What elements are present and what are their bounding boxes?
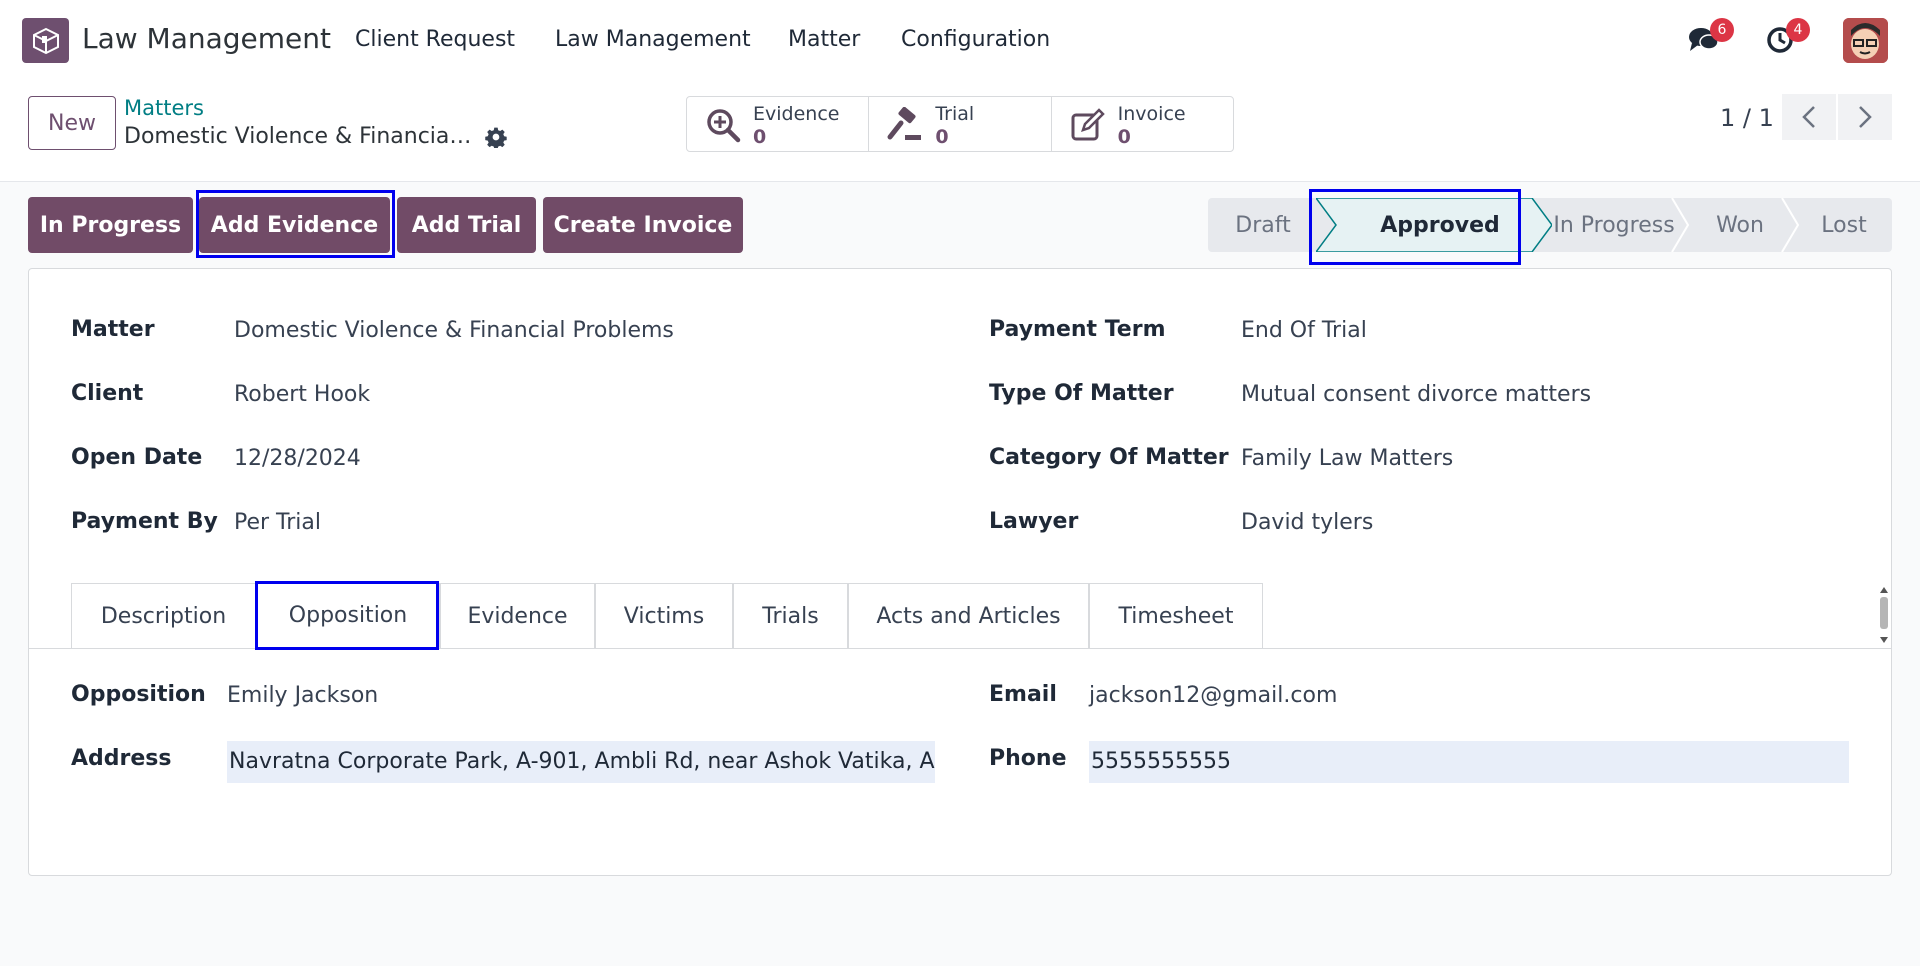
- lawyer-label: Lawyer: [989, 509, 1079, 534]
- tab-trials[interactable]: Trials: [733, 583, 848, 649]
- user-avatar[interactable]: [1843, 18, 1888, 63]
- matter-value[interactable]: Domestic Violence & Financial Problems: [234, 318, 674, 343]
- menu-client-request[interactable]: Client Request: [355, 27, 515, 52]
- menu-matter[interactable]: Matter: [788, 27, 860, 52]
- payment-by-value[interactable]: Per Trial: [234, 510, 321, 535]
- tab-evidence[interactable]: Evidence: [440, 583, 595, 649]
- chevron-right-icon: [1859, 106, 1872, 128]
- messages-badge: 6: [1710, 18, 1734, 42]
- gavel-icon: [887, 106, 923, 143]
- stage-approved[interactable]: Approved: [1336, 198, 1544, 252]
- chevron-left-icon: [1802, 106, 1815, 128]
- tabs-divider: [29, 648, 1891, 649]
- add-evidence-button[interactable]: Add Evidence: [199, 197, 390, 253]
- stage-lost[interactable]: Lost: [1796, 198, 1892, 252]
- phone-label: Phone: [989, 746, 1067, 771]
- opposition-value[interactable]: Emily Jackson: [227, 683, 378, 708]
- activity-clock-icon[interactable]: 4: [1762, 18, 1810, 58]
- pager-next-button[interactable]: [1838, 94, 1892, 140]
- breadcrumb-current-record: Domestic Violence & Financia…: [124, 124, 472, 149]
- client-value[interactable]: Robert Hook: [234, 382, 370, 407]
- matter-label: Matter: [71, 317, 155, 342]
- tab-description[interactable]: Description: [71, 583, 256, 649]
- email-value[interactable]: jackson12@gmail.com: [1089, 683, 1337, 708]
- tab-victims[interactable]: Victims: [595, 583, 733, 649]
- category-of-matter-value[interactable]: Family Law Matters: [1241, 446, 1453, 471]
- control-panel: New Matters Domestic Violence & Financia…: [0, 80, 1920, 182]
- gear-icon[interactable]: [485, 126, 507, 152]
- invoice-smart-label: Invoice: [1117, 103, 1186, 125]
- pager-value[interactable]: 1 / 1: [1720, 104, 1774, 132]
- open-date-label: Open Date: [71, 445, 203, 470]
- address-label: Address: [71, 746, 172, 771]
- opposition-label: Opposition: [71, 682, 206, 707]
- type-of-matter-label: Type Of Matter: [989, 381, 1174, 406]
- in-progress-button[interactable]: In Progress: [28, 197, 193, 253]
- edit-icon: [1070, 107, 1106, 143]
- invoice-smart-button[interactable]: Invoice 0: [1052, 97, 1233, 151]
- evidence-smart-count: 0: [753, 126, 767, 148]
- tab-opposition[interactable]: Opposition: [256, 583, 440, 649]
- open-date-value[interactable]: 12/28/2024: [234, 446, 361, 471]
- app-logo-icon[interactable]: [22, 18, 69, 63]
- notebook-tabs: Description Opposition Evidence Victims …: [71, 583, 1263, 653]
- top-navbar: Law Management Client Request Law Manage…: [0, 0, 1920, 80]
- app-title[interactable]: Law Management: [82, 22, 331, 55]
- evidence-smart-button[interactable]: Evidence 0: [687, 97, 870, 151]
- form-sheet: Matter Domestic Violence & Financial Pro…: [28, 268, 1892, 876]
- trial-smart-button[interactable]: Trial 0: [869, 97, 1052, 151]
- client-label: Client: [71, 381, 144, 406]
- trial-smart-count: 0: [935, 126, 949, 148]
- lawyer-value[interactable]: David tylers: [1241, 510, 1373, 535]
- status-bar: Draft Approved In Progress Won Lost: [1208, 198, 1892, 252]
- phone-field[interactable]: 5555555555: [1089, 741, 1849, 783]
- add-trial-button[interactable]: Add Trial: [397, 197, 536, 253]
- stage-won[interactable]: Won: [1688, 198, 1792, 252]
- type-of-matter-value[interactable]: Mutual consent divorce matters: [1241, 382, 1591, 407]
- breadcrumb-matters-link[interactable]: Matters: [124, 96, 204, 120]
- menu-configuration[interactable]: Configuration: [901, 27, 1050, 52]
- activities-badge: 4: [1786, 18, 1810, 42]
- tab-timesheet[interactable]: Timesheet: [1089, 583, 1263, 649]
- tab-acts-and-articles[interactable]: Acts and Articles: [848, 583, 1089, 649]
- new-button[interactable]: New: [28, 96, 116, 150]
- scrollbar[interactable]: [1878, 585, 1890, 645]
- invoice-smart-count: 0: [1117, 126, 1131, 148]
- payment-by-label: Payment By: [71, 509, 218, 534]
- create-invoice-button[interactable]: Create Invoice: [543, 197, 743, 253]
- payment-term-label: Payment Term: [989, 317, 1166, 342]
- stage-draft[interactable]: Draft: [1208, 198, 1318, 252]
- category-of-matter-label: Category Of Matter: [989, 445, 1229, 470]
- evidence-smart-label: Evidence: [753, 103, 840, 125]
- address-field[interactable]: Navratna Corporate Park, A-901, Ambli Rd…: [227, 741, 935, 783]
- pager-previous-button[interactable]: [1782, 94, 1836, 140]
- stage-separator: [1671, 198, 1690, 252]
- stage-in-progress[interactable]: In Progress: [1552, 198, 1676, 252]
- messages-icon[interactable]: 6: [1686, 18, 1734, 58]
- email-label: Email: [989, 682, 1057, 707]
- trial-smart-label: Trial: [935, 103, 975, 125]
- search-plus-icon: [705, 107, 741, 143]
- menu-law-management[interactable]: Law Management: [555, 27, 751, 52]
- payment-term-value[interactable]: End Of Trial: [1241, 318, 1367, 343]
- smart-buttons: Evidence 0 Trial 0 Invoice 0: [686, 96, 1234, 152]
